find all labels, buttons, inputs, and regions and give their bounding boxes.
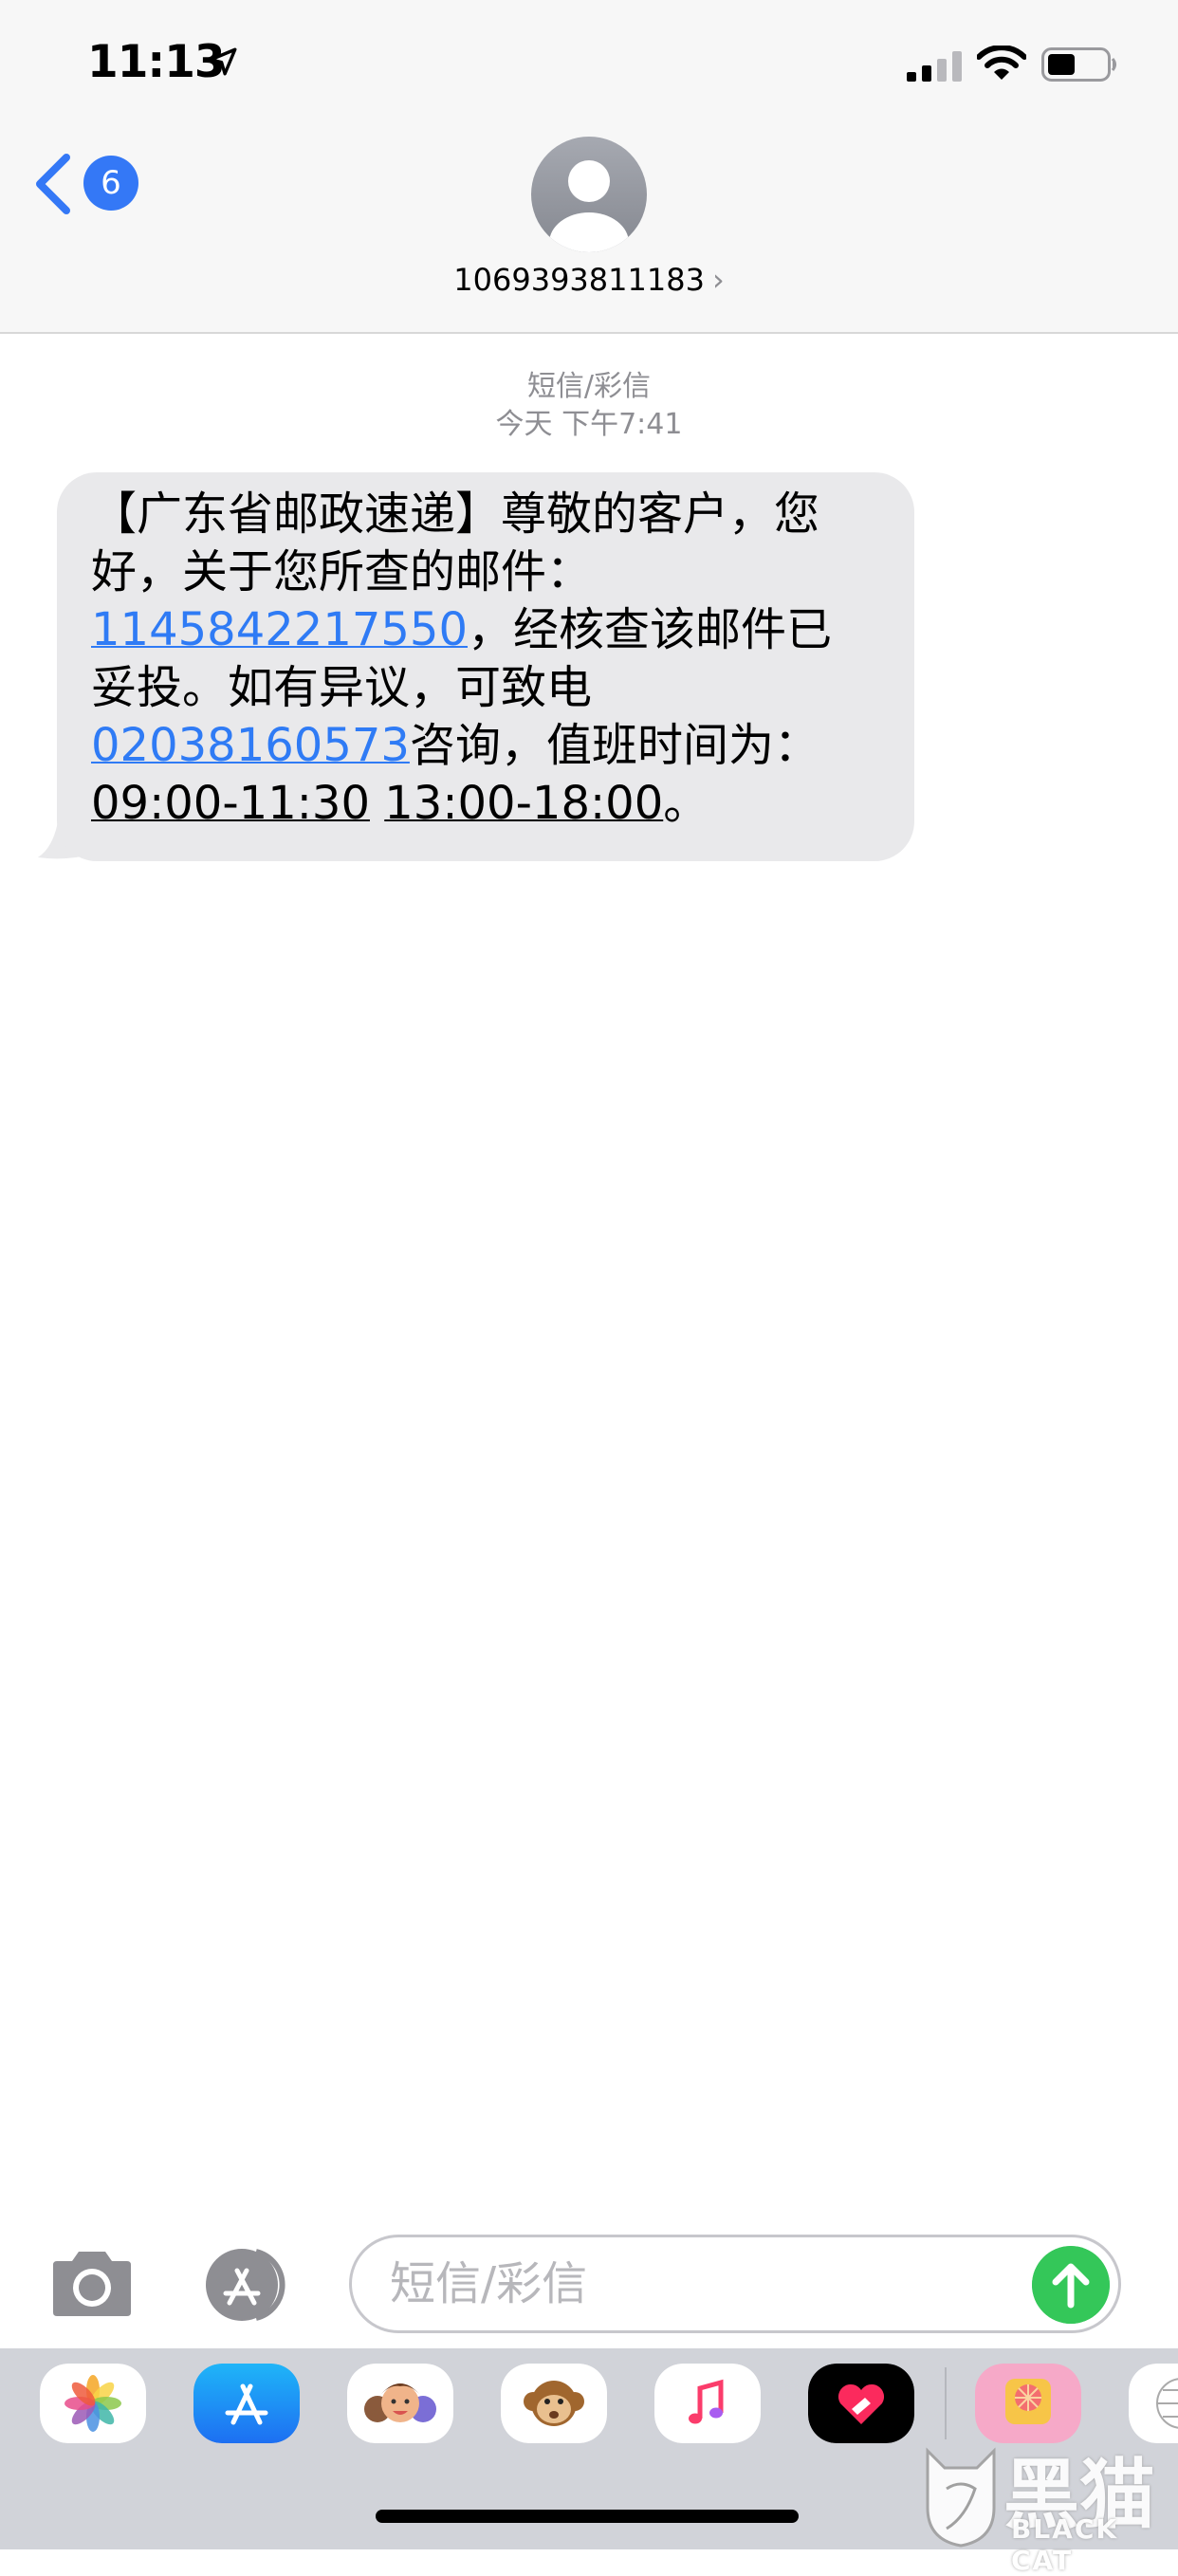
message-line: 【广东省邮政速递】尊敬的客户，您: [91, 488, 820, 541]
wifi-icon: [977, 46, 1026, 80]
animoji-monkey-icon[interactable]: [501, 2364, 607, 2443]
back-button[interactable]: 6: [30, 146, 144, 222]
photos-icon[interactable]: [40, 2364, 146, 2443]
watermark-text: BLACK CAT: [1011, 2513, 1119, 2576]
message-meta: 短信/彩信 今天 下午7:41: [0, 368, 1178, 444]
contact-name-button[interactable]: 1069393811183 ›: [0, 262, 1178, 298]
battery-icon: [1041, 47, 1116, 82]
app-store-icon[interactable]: [193, 2364, 300, 2443]
sticker-app-icon[interactable]: [975, 2364, 1081, 2443]
message-line: 1145842217550，经核查该邮件已: [91, 601, 882, 659]
watermark: 黑猫 BLACK CAT: [918, 2434, 1178, 2576]
navigation-header: 11:13 6 1069393811183 ›: [0, 0, 1178, 334]
service-label: 短信/彩信: [526, 370, 652, 403]
chevron-right-icon: ›: [711, 262, 725, 298]
message-line: 02038160573咨询，值班时间为：: [91, 717, 882, 775]
message-text: ，经核查该邮件已: [468, 603, 833, 656]
camera-icon[interactable]: [47, 2250, 137, 2318]
tracking-number-link[interactable]: 1145842217550: [91, 603, 468, 656]
contact-name: 1069393811183: [453, 262, 705, 298]
message-text: 。: [663, 777, 709, 830]
black-cat-logo-icon: [926, 2447, 996, 2548]
message-input[interactable]: [349, 2235, 1121, 2333]
memoji-icon[interactable]: [347, 2364, 453, 2443]
location-arrow-icon: [209, 47, 237, 76]
globe-app-icon[interactable]: [1129, 2364, 1178, 2443]
drawer-divider: [945, 2367, 947, 2439]
cellular-signal-icon: [907, 51, 962, 82]
message-timestamp: 今天 下午7:41: [495, 408, 683, 441]
message-line: 09:00-11:30 13:00-18:00。: [91, 775, 882, 833]
home-indicator[interactable]: [376, 2510, 799, 2523]
incoming-message-bubble[interactable]: 【广东省邮政速递】尊敬的客户，您 好，关于您所查的邮件： 11458422175…: [57, 472, 914, 861]
app-store-icon[interactable]: [197, 2246, 302, 2324]
contact-avatar-icon[interactable]: [531, 137, 647, 252]
message-line: 好，关于您所查的邮件：: [91, 545, 593, 598]
phone-number-link[interactable]: 02038160573: [91, 719, 410, 772]
status-time: 11:13: [87, 36, 226, 88]
unread-count-badge: 6: [83, 156, 138, 211]
message-line: 妥投。如有异议，可致电: [91, 661, 593, 714]
chevron-left-icon: [36, 154, 70, 214]
time-range-link[interactable]: 13:00-18:00: [384, 777, 663, 830]
send-button[interactable]: [1032, 2246, 1110, 2324]
time-range-link[interactable]: 09:00-11:30: [91, 777, 370, 830]
message-text: 咨询，值班时间为：: [409, 719, 819, 772]
music-icon[interactable]: [654, 2364, 761, 2443]
digital-touch-icon[interactable]: [808, 2364, 914, 2443]
